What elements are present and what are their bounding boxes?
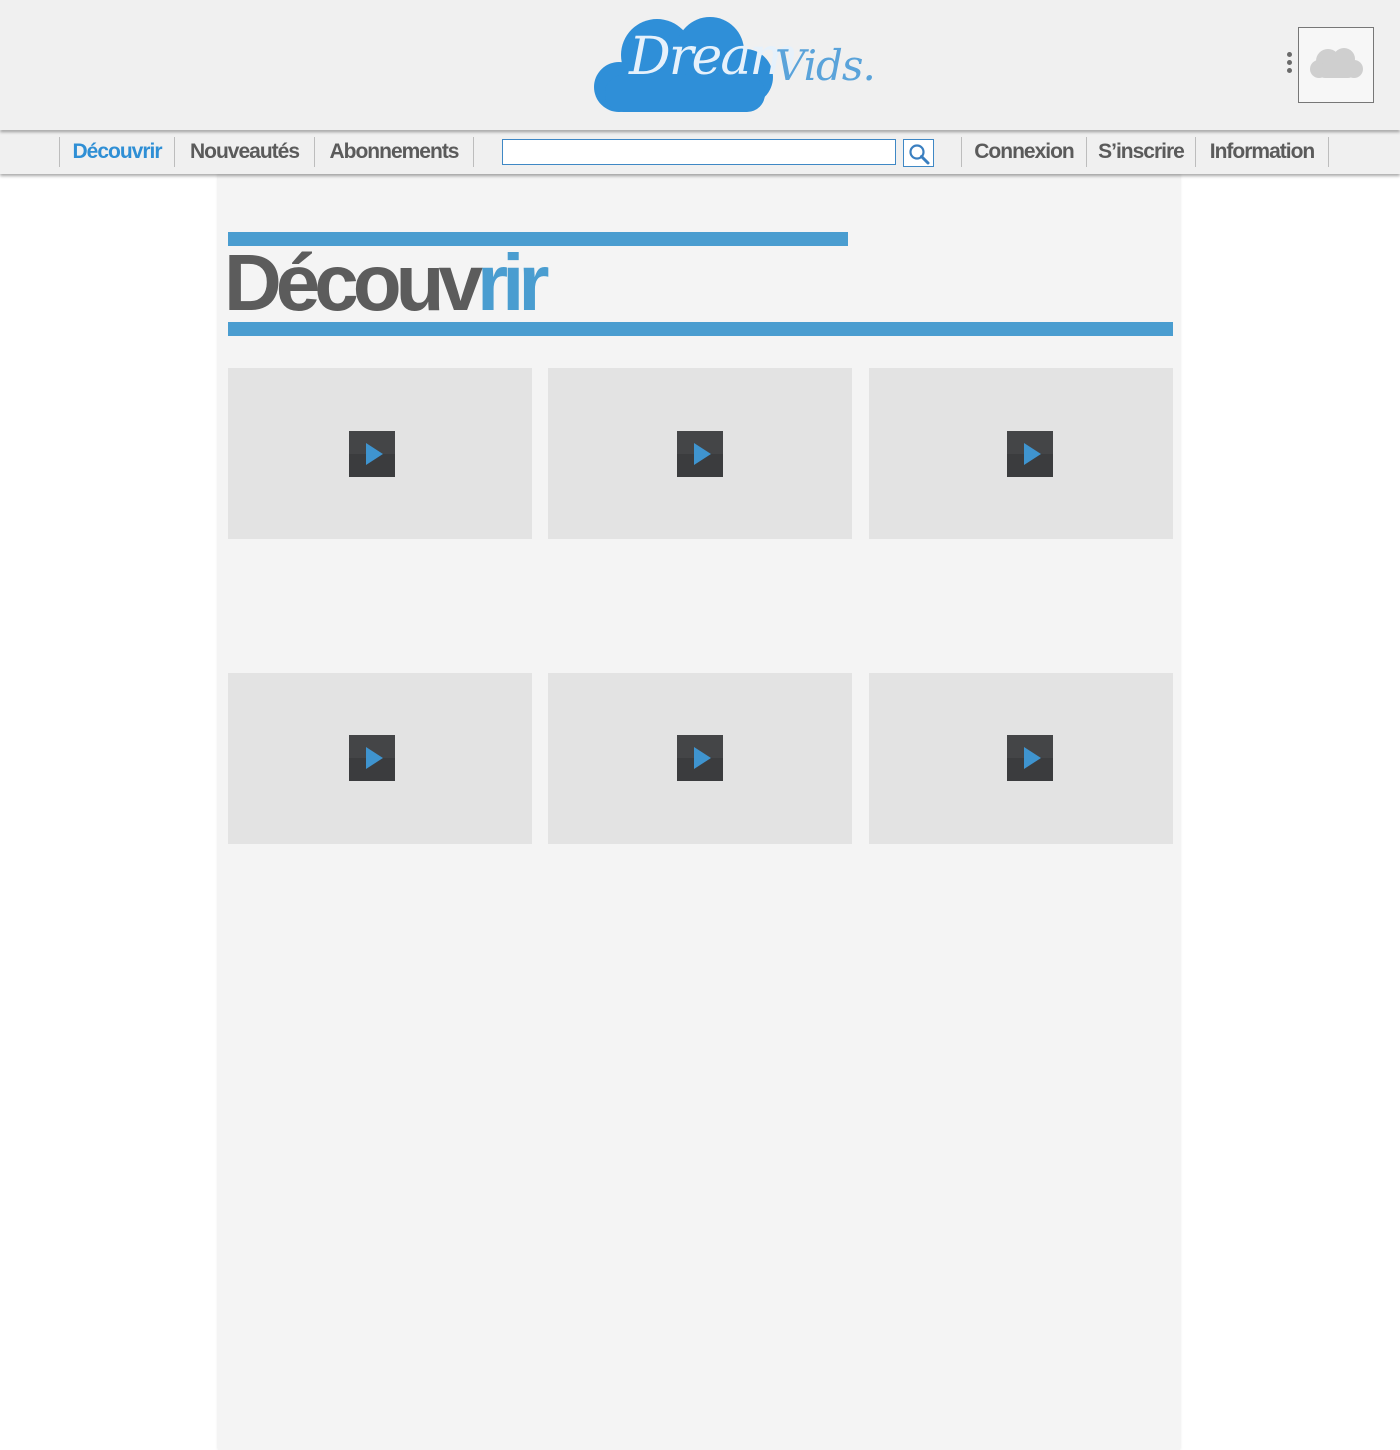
title-bar-bottom [228,322,1173,336]
search-input[interactable] [502,139,896,165]
nav-item-information[interactable]: Information [1196,136,1328,167]
play-icon[interactable] [349,735,395,781]
page-title: Découvrir [224,242,549,324]
video-tile[interactable] [228,368,532,539]
content-panel: Découvrir [218,174,1180,1450]
main-nav: Découvrir Nouveautés Abonnements Connexi… [0,131,1400,174]
nav-item-decouvrir[interactable]: Découvrir [60,136,174,167]
video-tile[interactable] [869,673,1173,844]
nav-item-sinscrire[interactable]: S’inscrire [1087,136,1195,167]
user-avatar[interactable] [1298,27,1374,103]
cloud-avatar-icon [1310,48,1363,78]
search-icon [909,144,930,165]
more-options-icon[interactable] [1283,52,1295,78]
nav-item-connexion[interactable]: Connexion [962,136,1086,167]
site-header: Dream Vids. [0,0,1400,130]
video-tile[interactable] [869,368,1173,539]
play-icon[interactable] [1007,735,1053,781]
page-title-part2: rir [476,238,549,327]
nav-item-nouveautes[interactable]: Nouveautés [175,136,314,167]
play-icon[interactable] [1007,431,1053,477]
video-tile[interactable] [228,673,532,844]
dreamvids-logo[interactable]: Dream Vids. [585,15,876,115]
page-title-part1: Découv [224,238,483,327]
video-tile[interactable] [548,368,852,539]
play-icon[interactable] [677,735,723,781]
search-button[interactable] [903,139,934,167]
nav-divider [473,137,474,167]
logo-word-dream: Dream [629,27,799,87]
nav-divider [1328,137,1329,167]
nav-item-abonnements[interactable]: Abonnements [315,136,473,167]
video-tile[interactable] [548,673,852,844]
play-icon[interactable] [349,431,395,477]
play-icon[interactable] [677,431,723,477]
logo-word-vids: Vids. [775,41,876,90]
